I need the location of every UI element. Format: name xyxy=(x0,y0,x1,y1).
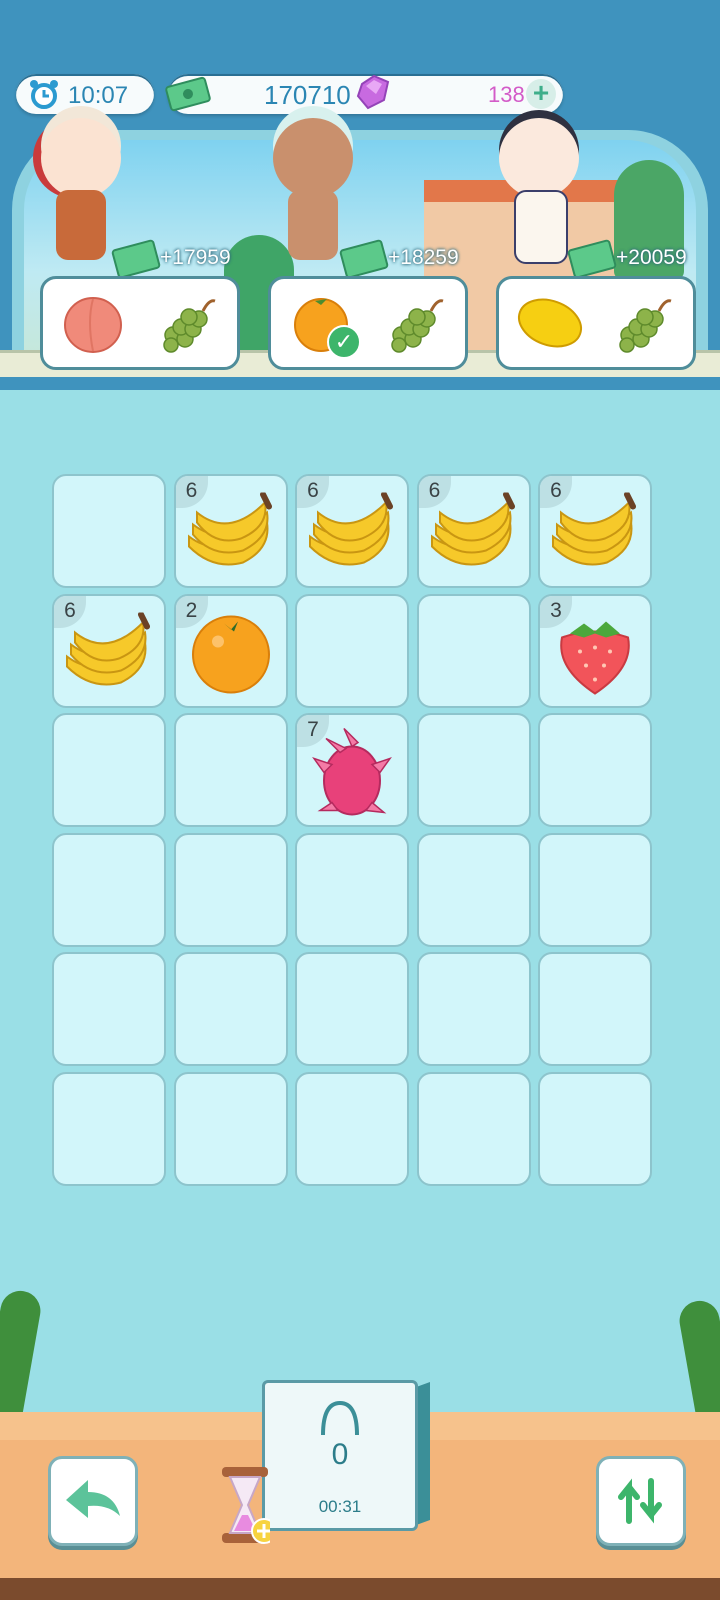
board-cell[interactable] xyxy=(538,952,652,1067)
bag-item-count: 0 xyxy=(331,1438,349,1471)
board-cell[interactable] xyxy=(173,713,288,828)
gem-icon xyxy=(356,74,390,110)
collection-bag[interactable]: 0 00:31 xyxy=(262,1380,418,1531)
hourglass-icon[interactable] xyxy=(220,1465,270,1545)
board-cell[interactable]: 6 xyxy=(416,474,531,588)
alarm-clock-icon xyxy=(30,80,58,109)
strawberry-icon xyxy=(550,607,640,702)
board-cell[interactable] xyxy=(173,832,288,947)
gem-amount: 138 xyxy=(488,82,525,107)
customer-1-head xyxy=(41,118,121,198)
board-cell[interactable] xyxy=(538,1072,652,1186)
board-cell[interactable] xyxy=(416,952,531,1067)
grapes-icon xyxy=(391,299,444,353)
board-cell[interactable] xyxy=(52,713,166,828)
customer-3-head xyxy=(499,118,579,198)
timer-pill: 10:07 xyxy=(16,74,154,114)
sort-button[interactable] xyxy=(596,1456,686,1546)
cash-amount: 170710 xyxy=(264,80,351,110)
dragonfruit-icon xyxy=(312,722,392,827)
board-cell[interactable] xyxy=(538,832,652,947)
add-gems-button[interactable]: + xyxy=(526,79,556,109)
board-cell[interactable]: 7 xyxy=(295,713,409,828)
board-cell[interactable] xyxy=(52,1072,166,1186)
counter-edge xyxy=(0,1578,720,1600)
order-card-3 xyxy=(496,276,696,370)
banana-icon xyxy=(183,491,279,578)
board-cell[interactable] xyxy=(295,593,409,708)
customer-3-body xyxy=(514,190,568,264)
customer-2-bonus: +18259 xyxy=(388,246,459,269)
board-cell[interactable] xyxy=(295,832,409,947)
board-cell[interactable]: 3 xyxy=(538,593,652,708)
board-cell[interactable] xyxy=(416,593,531,708)
banana-icon xyxy=(547,491,643,578)
board-cell[interactable] xyxy=(52,832,166,947)
board-cell[interactable] xyxy=(173,1072,288,1186)
order-card-2: ✓ xyxy=(268,276,468,370)
customer-2-head xyxy=(273,118,353,198)
banana-icon xyxy=(304,491,400,578)
board-cell[interactable] xyxy=(295,952,409,1067)
mango-icon xyxy=(518,298,582,348)
board-cell[interactable]: 6 xyxy=(173,474,288,588)
customer-1-body xyxy=(56,190,106,260)
board-cell[interactable] xyxy=(173,952,288,1067)
fulfilled-check-icon: ✓ xyxy=(327,325,361,359)
grapes-icon xyxy=(619,299,672,353)
bag-handle-icon xyxy=(321,1400,359,1436)
board-cell[interactable] xyxy=(416,1072,531,1186)
customer-3-bonus: +20059 xyxy=(616,246,687,269)
board-cell[interactable]: 2 xyxy=(173,593,288,708)
cash-icon xyxy=(165,76,211,112)
order-card-1 xyxy=(40,276,240,370)
orange-icon xyxy=(188,609,274,700)
board-cell[interactable] xyxy=(538,713,652,828)
customer-1[interactable] xyxy=(26,118,136,268)
undo-button[interactable] xyxy=(48,1456,138,1546)
board-cell[interactable]: 6 xyxy=(538,474,652,588)
board-cell[interactable] xyxy=(52,474,166,588)
currency-pill: 170710 138 + xyxy=(165,74,563,114)
customer-2-body xyxy=(288,190,338,260)
grapes-icon xyxy=(163,299,216,353)
customer-3[interactable] xyxy=(484,118,594,268)
customer-1-bonus: +17959 xyxy=(160,246,231,269)
bag-timer: 00:31 xyxy=(318,1497,362,1516)
peach-icon xyxy=(64,297,122,353)
board-cell[interactable] xyxy=(416,832,531,947)
board-cell[interactable] xyxy=(295,1072,409,1186)
time-remaining: 10:07 xyxy=(68,82,129,109)
banana-icon xyxy=(426,491,522,578)
customer-2[interactable] xyxy=(258,118,368,268)
banana-icon xyxy=(61,611,157,697)
board-cell[interactable] xyxy=(416,713,531,828)
board-cell[interactable] xyxy=(52,952,166,1067)
board-cell[interactable]: 6 xyxy=(52,593,166,708)
board-cell[interactable]: 6 xyxy=(295,474,409,588)
sort-arrows-icon xyxy=(618,1478,662,1524)
undo-arrow-icon xyxy=(66,1480,120,1518)
